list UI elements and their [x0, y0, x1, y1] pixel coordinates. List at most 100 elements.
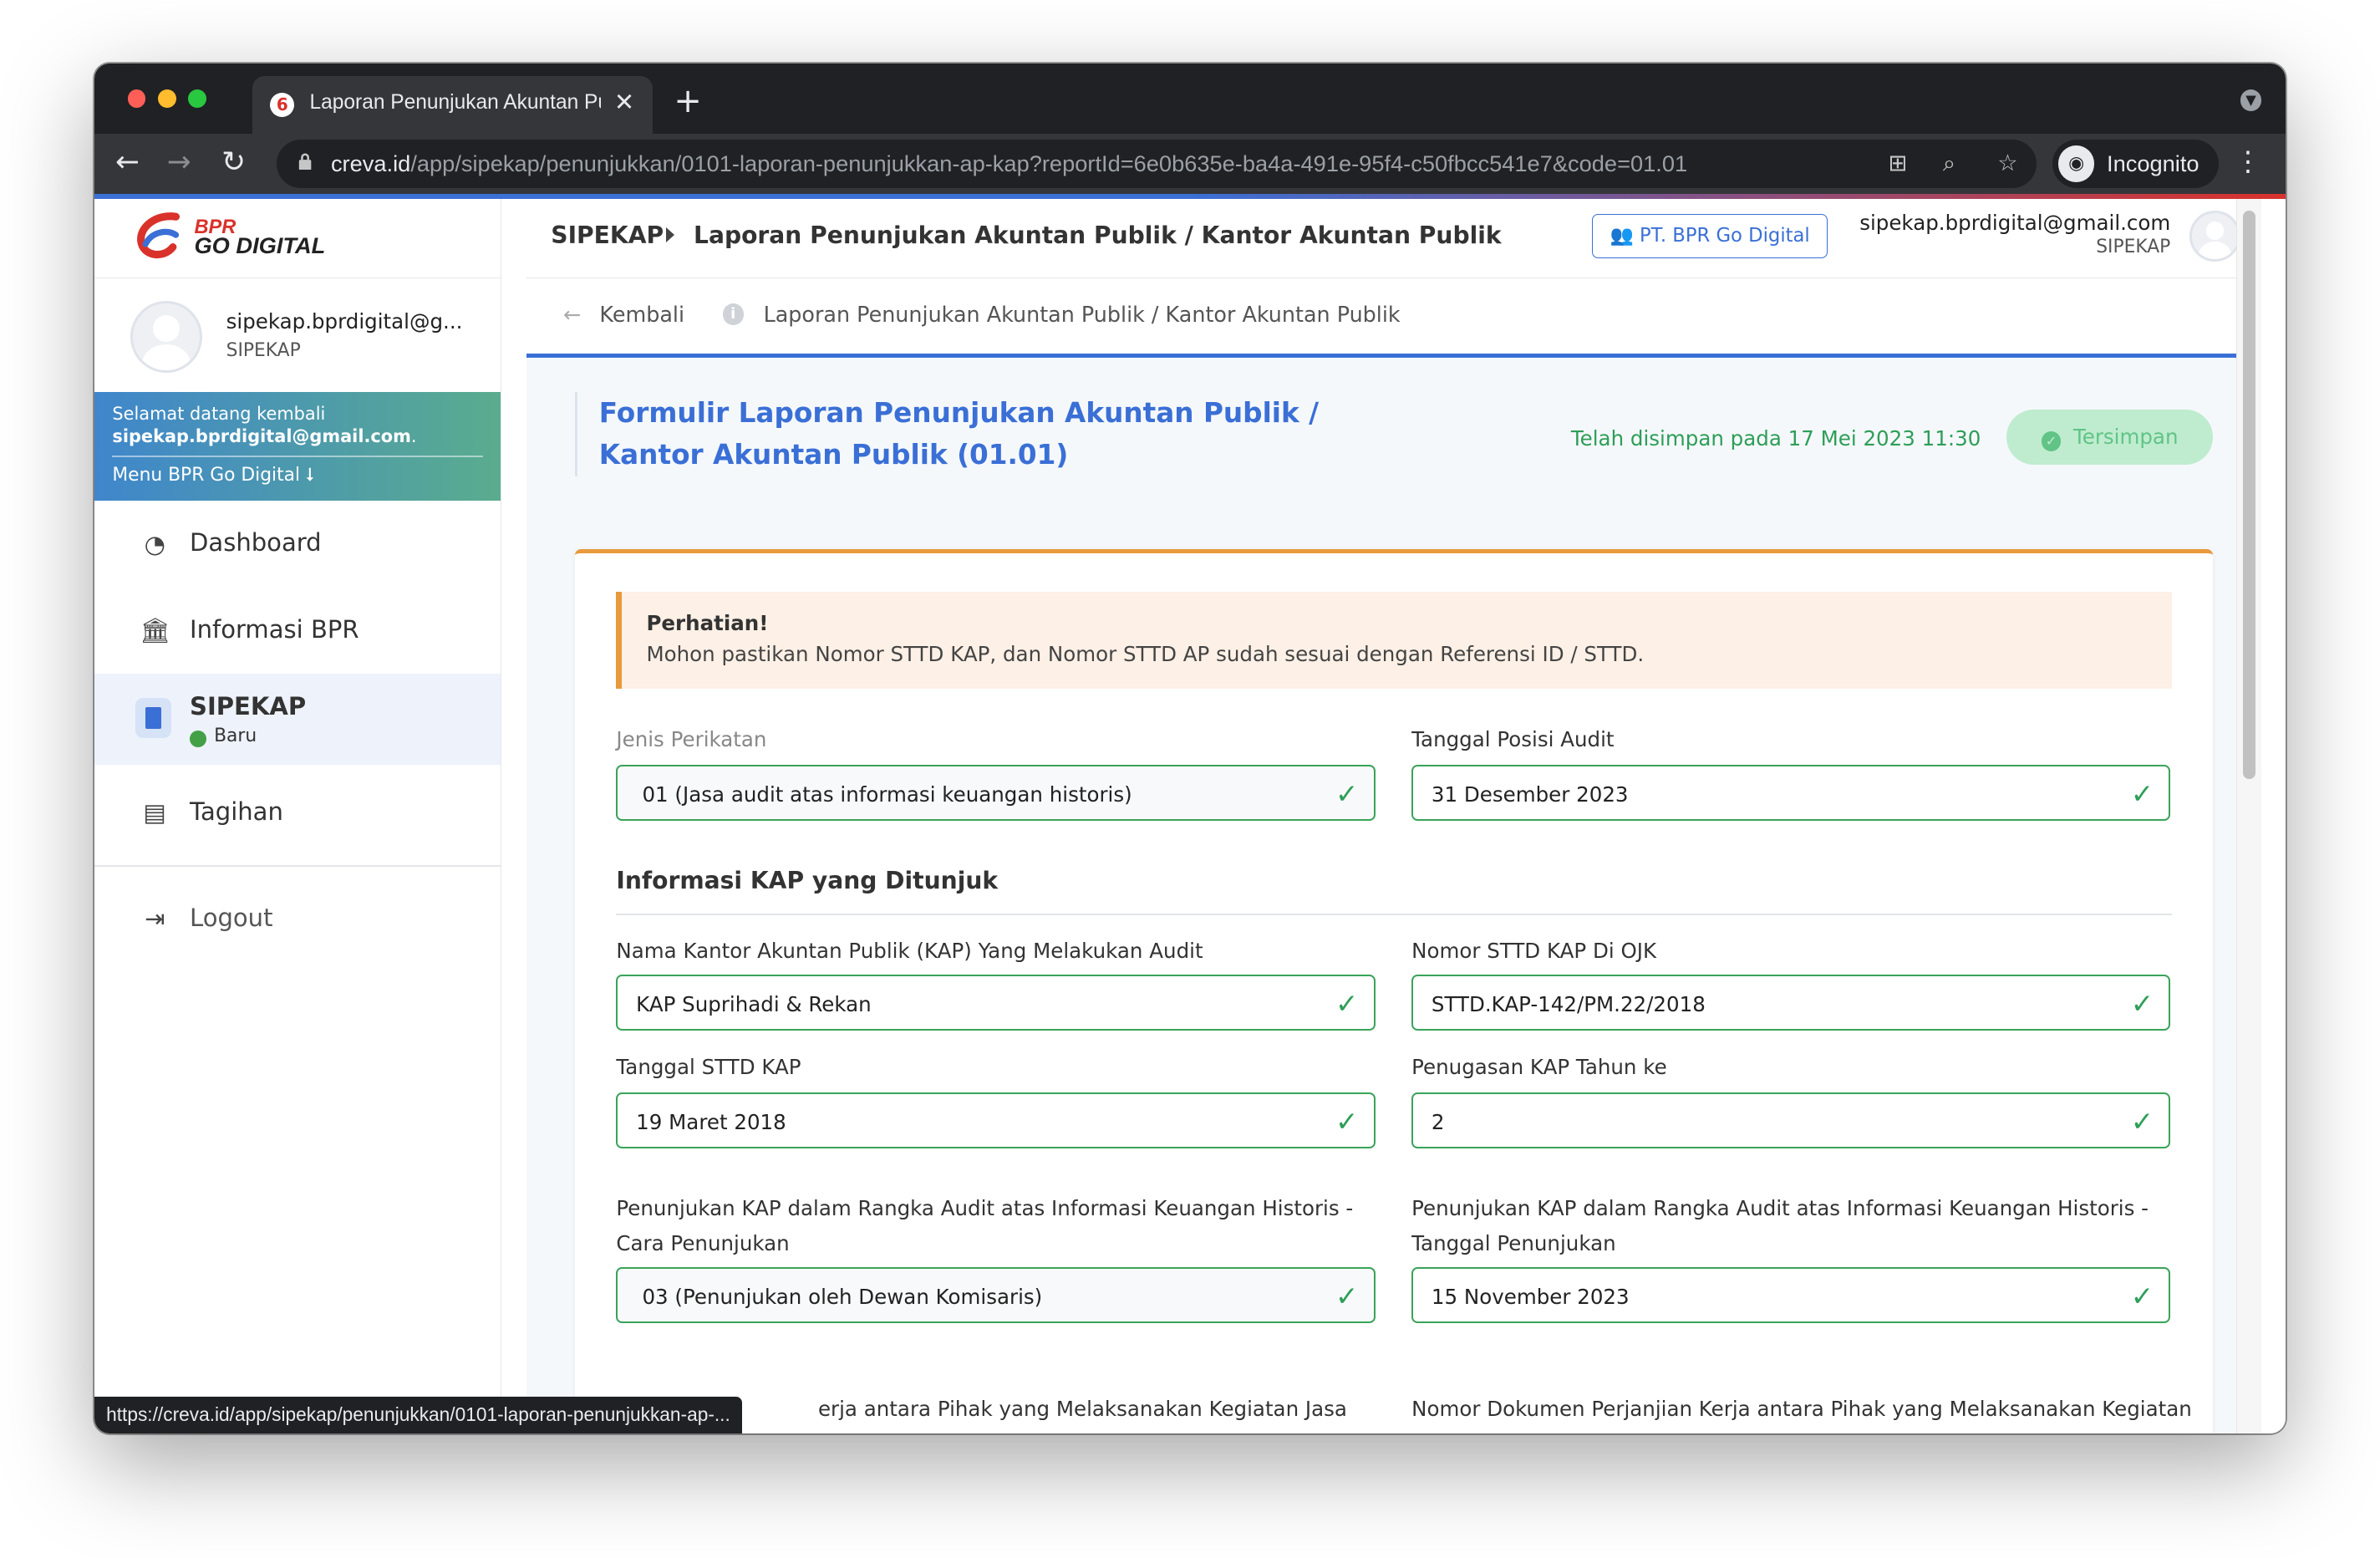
browser-toolbar: ← → ↻ creva.id/app/sipekap/penunjukkan/0…	[94, 133, 2286, 195]
welcome-email: sipekap.bprdigital@gmail.com.	[112, 426, 417, 447]
sidebar-item-label: Informasi BPR	[190, 614, 359, 644]
form-title: Formulir Laporan Penunjukan Akuntan Publ…	[575, 391, 1358, 477]
status-dot-icon	[190, 730, 206, 747]
close-tab-icon[interactable]: ✕	[614, 88, 634, 116]
clipboard-icon	[135, 698, 172, 738]
header-avatar[interactable]	[2189, 211, 2240, 262]
url-text: creva.id/app/sipekap/penunjukkan/0101-la…	[330, 150, 1688, 176]
incognito-indicator[interactable]: ◉ Incognito	[2052, 140, 2220, 189]
forward-arrow-icon[interactable]: →	[167, 145, 191, 179]
perjanjian-kerja-label: erja antara Pihak yang Melaksanakan Kegi…	[817, 1397, 1347, 1422]
brand-line-2: GO DIGITAL	[194, 232, 326, 259]
form-card: Perhatian! Mohon pastikan Nomor STTD KAP…	[575, 549, 2214, 1433]
back-link[interactable]: Kembali	[599, 302, 684, 327]
breadcrumb-root[interactable]: SIPEKAP	[551, 221, 664, 249]
back-arrow-icon[interactable]: ←	[563, 302, 581, 327]
user-group-icon: 👥	[1610, 225, 1634, 247]
jenis-perikatan-label: Jenis Perikatan	[616, 727, 767, 752]
sub-navigation: ← Kembali i Laporan Penunjukan Akuntan P…	[526, 279, 2262, 359]
brand-logo[interactable]: BPR GO DIGITAL	[94, 199, 501, 279]
lock-icon	[298, 153, 312, 171]
avatar	[130, 300, 203, 373]
sidebar-item-label: Logout	[190, 903, 273, 932]
nomor-dokumen-label: Nomor Dokumen Perjanjian Kerja antara Pi…	[1411, 1397, 2192, 1422]
address-bar[interactable]: creva.id/app/sipekap/penunjukkan/0101-la…	[276, 140, 2037, 189]
tanggal-posisi-field[interactable]: 31 Desember 2023 ✓	[1411, 764, 2171, 822]
web-page: BPR GO DIGITAL sipekap.bprdigital@g... S…	[94, 198, 2286, 1433]
arrow-down-icon: ⭣	[305, 464, 315, 486]
sidebar-divider	[94, 865, 501, 868]
menu-toggle[interactable]: Menu BPR Go Digital ⭣	[112, 465, 314, 486]
welcome-banner: Selamat datang kembali sipekap.bprdigita…	[94, 391, 501, 502]
cara-penunjukan-select[interactable]: 03 (Penunjukan oleh Dewan Komisaris) ✓	[616, 1267, 1376, 1324]
sidebar-item-label: SIPEKAP	[190, 692, 307, 721]
minimize-window-button[interactable]	[157, 89, 176, 108]
saved-timestamp: Telah disimpan pada 17 Mei 2023 11:30	[1570, 426, 1981, 451]
sidebar-item-dashboard[interactable]: ◔ Dashboard	[94, 501, 501, 588]
nomor-sttd-field[interactable]: STTD.KAP-142/PM.22/2018 ✓	[1411, 974, 2171, 1031]
browser-tab[interactable]: 6 Laporan Penunjukan Akuntan Publik / Ka…	[252, 75, 653, 134]
top-header: SIPEKAP Laporan Penunjukan Akuntan Publi…	[526, 199, 2262, 279]
info-icon: i	[722, 303, 744, 325]
warning-alert: Perhatian! Mohon pastikan Nomor STTD KAP…	[616, 591, 2172, 690]
saved-button[interactable]: ✓ Tersimpan	[2006, 410, 2214, 465]
new-tab-icon[interactable]: +	[674, 82, 701, 120]
check-circle-icon: ✓	[2041, 431, 2062, 451]
sidebar-item-tagihan[interactable]: ▤ Tagihan	[94, 770, 501, 858]
billing-icon: ▤	[143, 798, 166, 827]
check-icon: ✓	[2130, 1281, 2154, 1313]
nama-kap-field[interactable]: KAP Suprihadi & Rekan ✓	[616, 974, 1376, 1031]
sidebar-item-informasi-bpr[interactable]: 🏛 Informasi BPR	[94, 588, 501, 675]
company-button[interactable]: 👥 PT. BPR Go Digital	[1592, 214, 1828, 258]
favicon-icon: 6	[270, 92, 295, 117]
nomor-sttd-label: Nomor STTD KAP Di OJK	[1411, 938, 1657, 963]
brand-mark-icon	[137, 212, 181, 259]
sub-title: Laporan Penunjukan Akuntan Publik / Kant…	[763, 302, 1401, 328]
tanggal-sttd-label: Tanggal STTD KAP	[616, 1055, 801, 1080]
sidebar-item-sipekap[interactable]: SIPEKAP Baru	[94, 674, 501, 766]
browser-menu-icon[interactable]: ⋮	[2235, 145, 2262, 177]
check-icon: ✓	[2130, 1106, 2154, 1138]
check-icon: ✓	[1335, 987, 1359, 1020]
penugasan-field[interactable]: 2 ✓	[1411, 1092, 2171, 1149]
user-card: sipekap.bprdigital@g... SIPEKAP	[94, 279, 501, 391]
dashboard-icon: ◔	[144, 529, 165, 558]
bank-icon: 🏛	[140, 616, 170, 645]
tanggal-sttd-field[interactable]: 19 Maret 2018 ✓	[616, 1092, 1376, 1149]
check-icon: ✓	[1335, 777, 1359, 810]
tanggal-penunjukan-field[interactable]: 15 November 2023 ✓	[1411, 1267, 2171, 1324]
check-icon: ✓	[1335, 1281, 1359, 1313]
section-divider	[616, 913, 2173, 915]
welcome-text: Selamat datang kembali	[112, 404, 326, 425]
incognito-icon: ◉	[2057, 145, 2095, 182]
maximize-window-button[interactable]	[188, 89, 206, 108]
user-name: sipekap.bprdigital@g...	[226, 309, 463, 334]
sidebar-item-label: Dashboard	[190, 528, 322, 558]
section-title: Informasi KAP yang Ditunjuk	[616, 866, 999, 894]
link-status-tooltip: https://creva.id/app/sipekap/penunjukkan…	[94, 1397, 743, 1433]
tab-search-icon[interactable]: ▼	[2240, 89, 2262, 111]
sidebar-item-logout[interactable]: ⇥ Logout	[94, 876, 501, 964]
back-arrow-icon[interactable]: ←	[115, 145, 140, 179]
zoom-icon[interactable]: ⌕	[1943, 150, 1955, 177]
tab-title: Laporan Penunjukan Akuntan Publik / Kant…	[309, 90, 602, 114]
close-window-button[interactable]	[127, 89, 146, 108]
alert-body: Mohon pastikan Nomor STTD KAP, dan Nomor…	[646, 641, 1645, 666]
brand-name: BPR GO DIGITAL	[194, 217, 326, 259]
penugasan-label: Penugasan KAP Tahun ke	[1411, 1055, 1667, 1080]
scrollbar-thumb[interactable]	[2243, 211, 2255, 779]
bookmark-star-icon[interactable]: ☆	[1997, 150, 2017, 176]
alert-title: Perhatian!	[646, 611, 769, 636]
browser-titlebar: 6 Laporan Penunjukan Akuntan Publik / Ka…	[94, 64, 2286, 134]
jenis-perikatan-select[interactable]: 01 (Jasa audit atas informasi keuangan h…	[616, 764, 1376, 822]
page-scrollbar[interactable]	[2236, 198, 2262, 1433]
translate-icon[interactable]: ⊞	[1888, 150, 1907, 176]
logout-icon: ⇥	[145, 904, 165, 934]
cara-penunjukan-label: Penunjukan KAP dalam Rangka Audit atas I…	[616, 1196, 1354, 1256]
main-area: SIPEKAP Laporan Penunjukan Akuntan Publi…	[526, 198, 2262, 1433]
header-email: sipekap.bprdigital@gmail.com	[1859, 211, 2171, 236]
form-content: Formulir Laporan Penunjukan Akuntan Publ…	[526, 358, 2262, 1433]
header-role: SIPEKAP	[2096, 237, 2171, 258]
breadcrumb-current: Laporan Penunjukan Akuntan Publik / Kant…	[694, 221, 1502, 250]
reload-icon[interactable]: ↻	[221, 145, 246, 179]
